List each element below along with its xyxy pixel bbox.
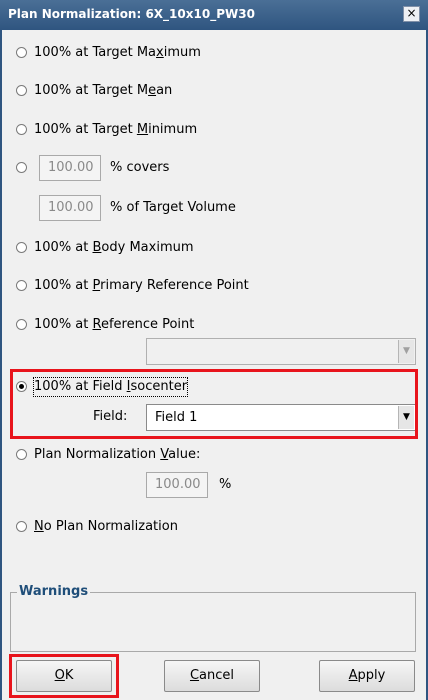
radio-covers[interactable] (16, 162, 27, 173)
apply-button[interactable]: Apply (319, 660, 415, 692)
ok-button-highlight (9, 654, 119, 698)
radio-reference-point[interactable] (16, 319, 27, 330)
option-plan-normalization-value-label: Plan Normalization Value: (34, 447, 201, 462)
window-frame-left (0, 30, 2, 700)
title-bar: Plan Normalization: 6X_10x10_PW30 × (0, 0, 428, 30)
plan-normalization-value-input[interactable]: 100.00 (146, 472, 208, 498)
radio-target-mean[interactable] (16, 85, 27, 96)
warnings-legend: Warnings (17, 584, 91, 599)
option-target-mean-label: 100% at Target Mean (34, 83, 173, 98)
cancel-button[interactable]: Cancel (164, 660, 260, 692)
option-reference-point-label: 100% at Reference Point (34, 317, 195, 332)
radio-plan-normalization-value[interactable] (16, 449, 27, 460)
radio-target-minimum[interactable] (16, 124, 27, 135)
reference-point-dropdown[interactable]: ▼ (146, 338, 416, 365)
covers-percent-input[interactable]: 100.00 (39, 155, 101, 181)
window-title: Plan Normalization: 6X_10x10_PW30 (8, 7, 255, 21)
option-primary-reference-point-label: 100% at Primary Reference Point (34, 278, 249, 293)
radio-no-plan-normalization[interactable] (16, 521, 27, 532)
option-body-maximum-label: 100% at Body Maximum (34, 240, 194, 255)
close-icon[interactable]: × (403, 6, 420, 22)
radio-primary-reference-point[interactable] (16, 280, 27, 291)
radio-body-maximum[interactable] (16, 242, 27, 253)
target-volume-input[interactable]: 100.00 (39, 195, 101, 221)
warnings-group: Warnings (10, 584, 416, 652)
option-no-plan-normalization-label: No Plan Normalization (34, 519, 178, 534)
option-target-minimum-label: 100% at Target Minimum (34, 122, 198, 137)
highlight-box (10, 369, 418, 439)
option-target-maximum-label: 100% at Target Maximum (34, 45, 201, 60)
radio-target-maximum[interactable] (16, 47, 27, 58)
covers-label: % covers (110, 160, 170, 175)
plan-normalization-unit: % (219, 477, 232, 492)
chevron-down-icon[interactable]: ▼ (398, 340, 414, 363)
target-volume-label: % of Target Volume (110, 200, 236, 215)
